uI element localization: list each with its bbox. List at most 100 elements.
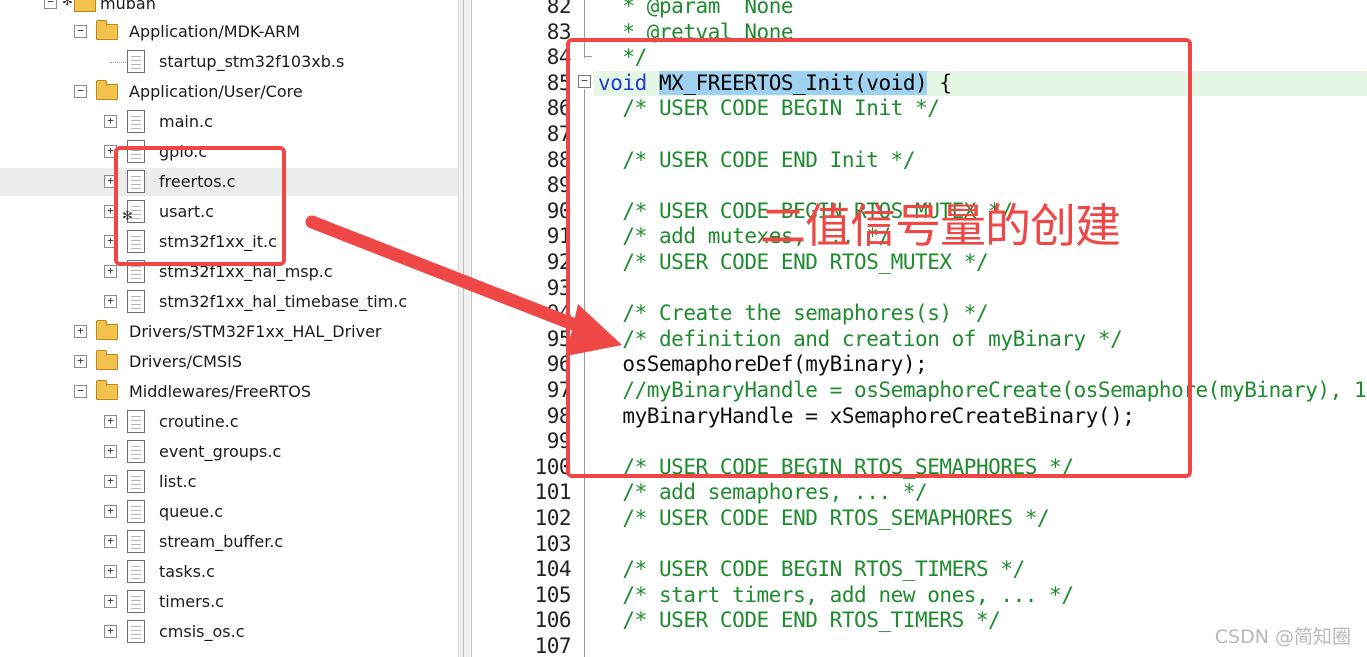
- file-icon: [127, 50, 145, 73]
- line-number: 99: [546, 429, 572, 454]
- code-line[interactable]: /* USER CODE BEGIN RTOS_TIMERS */: [598, 557, 1025, 583]
- folder-icon: [96, 380, 118, 400]
- line-number: 104: [534, 557, 572, 582]
- tree-item[interactable]: + Drivers/CMSIS: [0, 348, 458, 376]
- project-tree[interactable]: − ✻ muban − Application/MDK-ARM startup_st…: [0, 0, 458, 657]
- tree-item[interactable]: + timers.c: [0, 588, 458, 616]
- code-editor[interactable]: 82 83 84 85 86 87 88 89 90 91 92 93 94 95 96 97 98 99 100 1…: [472, 0, 1367, 657]
- file-icon: [127, 440, 145, 463]
- tree-item[interactable]: + croutine.c: [0, 408, 458, 436]
- code-line[interactable]: /* USER CODE BEGIN RTOS_SEMAPHORES */: [598, 455, 1074, 481]
- tree-item[interactable]: + stm32f1xx_hal_msp.c: [0, 258, 458, 286]
- tree-item[interactable]: + queue.c: [0, 498, 458, 526]
- expand-icon[interactable]: +: [104, 625, 117, 638]
- line-number: 93: [546, 275, 572, 300]
- tree-item-label: event_groups.c: [159, 442, 282, 461]
- code-line[interactable]: * @retval None: [598, 20, 793, 46]
- tree-item[interactable]: + main.c: [0, 108, 458, 136]
- expand-icon[interactable]: +: [104, 535, 117, 548]
- tree-item-label: usart.c: [159, 202, 215, 221]
- code-line[interactable]: osSemaphoreDef(myBinary);: [598, 352, 927, 378]
- tree-item-label: main.c: [159, 112, 213, 131]
- code-comment: /* USER CODE END RTOS_SEMAPHORES */: [598, 506, 1050, 530]
- code-line[interactable]: /* Create the semaphores(s) */: [598, 301, 988, 327]
- tree-connector: [110, 62, 128, 63]
- expand-icon[interactable]: +: [104, 175, 117, 188]
- line-number: 101: [534, 480, 572, 505]
- collapse-icon[interactable]: −: [74, 85, 87, 98]
- line-number: 103: [534, 531, 572, 556]
- code-comment: /* add semaphores, ... */: [598, 480, 928, 505]
- tree-item[interactable]: + event_groups.c: [0, 438, 458, 466]
- line-number: 88: [546, 147, 572, 172]
- expand-icon[interactable]: +: [104, 445, 117, 458]
- tree-item-label: freertos.c: [159, 172, 236, 191]
- tree-item-label: queue.c: [159, 502, 224, 521]
- tree-item[interactable]: − Application/MDK-ARM: [0, 18, 458, 46]
- expand-icon[interactable]: +: [74, 355, 87, 368]
- code-line[interactable]: /* definition and creation of myBinary *…: [598, 327, 1122, 353]
- code-line[interactable]: myBinaryHandle = xSemaphoreCreateBinary(…: [598, 404, 1135, 430]
- expand-icon[interactable]: +: [104, 565, 117, 578]
- tree-item[interactable]: + tasks.c: [0, 558, 458, 586]
- tree-item[interactable]: startup_stm32f103xb.s: [0, 48, 458, 76]
- collapse-icon[interactable]: −: [44, 0, 57, 9]
- tree-item[interactable]: + cmsis_os.c: [0, 618, 458, 646]
- collapse-icon[interactable]: −: [74, 385, 87, 398]
- line-number: 106: [534, 608, 572, 633]
- tree-item[interactable]: − Application/User/Core: [0, 78, 458, 106]
- tree-item-label: list.c: [159, 472, 197, 491]
- line-number: 82: [546, 0, 572, 18]
- code-text: myBinaryHandle = xSemaphoreCreateBinary(…: [598, 403, 1135, 428]
- expand-icon[interactable]: +: [104, 295, 117, 308]
- pane-splitter[interactable]: [458, 0, 472, 657]
- code-line[interactable]: /* USER CODE END RTOS_SEMAPHORES */: [598, 506, 1049, 532]
- expand-icon[interactable]: +: [74, 325, 87, 338]
- line-number: 91: [546, 224, 572, 249]
- tree-item[interactable]: + stm32f1xx_hal_timebase_tim.c: [0, 288, 458, 316]
- expand-icon[interactable]: +: [104, 595, 117, 608]
- file-icon: [127, 620, 145, 643]
- tree-root[interactable]: − ✻ muban: [0, 0, 458, 18]
- file-icon: [127, 590, 145, 613]
- tree-item[interactable]: + list.c: [0, 468, 458, 496]
- tree-item[interactable]: + freertos.c: [0, 168, 458, 196]
- tree-item-label: stm32f1xx_it.c: [159, 232, 277, 251]
- fold-toggle-icon[interactable]: −: [578, 75, 591, 88]
- code-line[interactable]: /* USER CODE END RTOS_TIMERS */: [598, 608, 1000, 634]
- folder-icon: [96, 20, 118, 40]
- code-line[interactable]: void MX_FREERTOS_Init(void) {: [594, 70, 1367, 97]
- code-line[interactable]: /* USER CODE BEGIN Init */: [598, 96, 939, 122]
- expand-icon[interactable]: +: [104, 265, 117, 278]
- expand-icon[interactable]: +: [104, 505, 117, 518]
- code-comment: /* USER CODE END RTOS_TIMERS */: [598, 608, 1001, 633]
- tree-item[interactable]: + stream_buffer.c: [0, 528, 458, 556]
- tree-item[interactable]: + gpio.c: [0, 138, 458, 166]
- tree-item[interactable]: + Drivers/STM32F1xx_HAL_Driver: [0, 318, 458, 346]
- code-comment: /* definition and creation of myBinary *…: [598, 326, 1123, 351]
- tree-item[interactable]: − Middlewares/FreeRTOS: [0, 378, 458, 406]
- tree-root-label: muban: [100, 0, 156, 13]
- tree-item-label: Application/MDK-ARM: [129, 22, 301, 41]
- folder-icon: [96, 80, 118, 100]
- expand-icon[interactable]: +: [104, 415, 117, 428]
- expand-icon[interactable]: +: [104, 235, 117, 248]
- file-icon: [127, 560, 145, 583]
- code-line[interactable]: /* USER CODE END Init */: [598, 148, 915, 174]
- code-line[interactable]: /* start timers, add new ones, ... */: [598, 583, 1074, 609]
- line-number: 94: [546, 301, 572, 326]
- expand-icon[interactable]: +: [104, 145, 117, 158]
- code-line[interactable]: /* add semaphores, ... */: [598, 480, 927, 506]
- tree-item[interactable]: + stm32f1xx_it.c: [0, 228, 458, 256]
- tree-item-label: Drivers/STM32F1xx_HAL_Driver: [129, 322, 382, 341]
- tree-item[interactable]: + ✻ usart.c: [0, 198, 458, 226]
- code-comment: /* USER CODE BEGIN Init */: [598, 96, 940, 121]
- expand-icon[interactable]: +: [104, 205, 117, 218]
- collapse-icon[interactable]: −: [74, 25, 87, 38]
- code-line[interactable]: //myBinaryHandle = osSemaphoreCreate(osS…: [598, 378, 1367, 404]
- expand-icon[interactable]: +: [104, 115, 117, 128]
- code-line[interactable]: */: [598, 45, 647, 71]
- code-line[interactable]: * @param None: [598, 0, 793, 20]
- line-number: 98: [546, 403, 572, 428]
- expand-icon[interactable]: +: [104, 475, 117, 488]
